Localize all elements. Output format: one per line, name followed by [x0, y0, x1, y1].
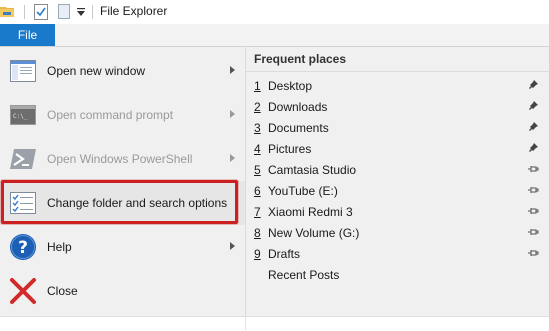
- place-name: YouTube (E:): [268, 184, 338, 198]
- pin-icon[interactable]: [527, 163, 539, 175]
- frequent-place-item[interactable]: 6 YouTube (E:): [246, 181, 549, 202]
- frequent-place-item[interactable]: 2 Downloads: [246, 97, 549, 118]
- frequent-place-item[interactable]: 1 Desktop: [246, 76, 549, 97]
- frequent-place-item[interactable]: 3 Documents: [246, 118, 549, 139]
- frequent-place-item[interactable]: 9 Drafts: [246, 244, 549, 265]
- toolbar-separator: [24, 5, 25, 19]
- help-command[interactable]: ? Help: [0, 225, 245, 269]
- command-label: Help: [47, 240, 72, 254]
- pinned-icon[interactable]: [527, 142, 539, 154]
- place-name: Desktop: [268, 79, 313, 93]
- place-number: 8: [254, 226, 261, 240]
- pin-icon[interactable]: [527, 184, 539, 196]
- command-label: Open new window: [47, 64, 146, 78]
- command-prompt-icon: C:\_: [10, 105, 36, 125]
- powershell-icon: [10, 149, 36, 169]
- command-list: Open new window C:\_ Open command prompt…: [0, 47, 245, 317]
- open-command-prompt-command[interactable]: C:\_ Open command prompt: [0, 93, 245, 137]
- highlight-annotation: [1, 180, 238, 224]
- place-name: Downloads: [268, 100, 328, 114]
- command-label: Open Windows PowerShell: [47, 152, 193, 166]
- title-bar: File Explorer: [0, 0, 549, 24]
- frequent-place-item[interactable]: Recent Posts: [246, 265, 549, 286]
- pin-icon[interactable]: [527, 247, 539, 259]
- command-label: Open command prompt: [47, 108, 174, 122]
- place-number: 1: [254, 79, 261, 93]
- frequent-place-item[interactable]: 5 Camtasia Studio: [246, 160, 549, 181]
- ribbon-tab-strip: [55, 24, 549, 47]
- place-number: 3: [254, 121, 261, 135]
- pin-icon[interactable]: [527, 205, 539, 217]
- frequent-place-item[interactable]: 7 Xiaomi Redmi 3: [246, 202, 549, 223]
- submenu-arrow-icon: [230, 110, 235, 118]
- place-name: Documents: [268, 121, 329, 135]
- folder-icon[interactable]: [0, 3, 16, 19]
- command-label: Close: [47, 284, 78, 298]
- properties-icon[interactable]: [34, 4, 48, 20]
- frequent-place-item[interactable]: 4 Pictures: [246, 139, 549, 160]
- place-name: Xiaomi Redmi 3: [268, 205, 353, 219]
- toolbar-separator: [92, 5, 93, 19]
- submenu-arrow-icon: [230, 66, 235, 74]
- place-number: 7: [254, 205, 261, 219]
- help-icon: ?: [10, 234, 36, 260]
- svg-text:?: ?: [18, 238, 28, 258]
- new-folder-icon[interactable]: [58, 4, 70, 19]
- file-tab[interactable]: File: [0, 24, 55, 46]
- header-divider: [246, 71, 549, 72]
- window-icon: [10, 60, 36, 82]
- bottom-separator: [245, 316, 246, 330]
- svg-text:C:\_: C:\_: [13, 113, 28, 120]
- close-icon: [10, 278, 36, 304]
- window-title: File Explorer: [100, 4, 168, 18]
- file-menu: Open new window C:\_ Open command prompt…: [0, 46, 549, 331]
- place-number: 6: [254, 184, 261, 198]
- open-new-window-command[interactable]: Open new window: [0, 49, 245, 93]
- file-tab-label: File: [17, 28, 38, 42]
- customize-toolbar-dropdown-icon[interactable]: [76, 6, 86, 18]
- place-name: Recent Posts: [268, 268, 340, 282]
- pinned-icon[interactable]: [527, 79, 539, 91]
- frequent-place-item[interactable]: 8 New Volume (G:): [246, 223, 549, 244]
- frequent-places-pane: Frequent places 1 Desktop 2 Downloads 3 Docum…: [246, 47, 549, 317]
- place-number: 9: [254, 247, 261, 261]
- close-command[interactable]: Close: [0, 269, 245, 313]
- submenu-arrow-icon: [230, 154, 235, 162]
- place-name: Camtasia Studio: [268, 163, 357, 177]
- pin-icon[interactable]: [527, 226, 539, 238]
- place-number: 2: [254, 100, 261, 114]
- open-windows-powershell-command[interactable]: Open Windows PowerShell: [0, 137, 245, 181]
- bottom-strip: [0, 316, 549, 331]
- place-number: 5: [254, 163, 261, 177]
- place-name: New Volume (G:): [268, 226, 360, 240]
- place-number: 4: [254, 142, 261, 156]
- place-name: Drafts: [268, 247, 301, 261]
- submenu-arrow-icon: [230, 242, 235, 250]
- frequent-places-header: Frequent places: [254, 52, 347, 66]
- place-name: Pictures: [268, 142, 312, 156]
- pinned-icon[interactable]: [527, 121, 539, 133]
- pinned-icon[interactable]: [527, 100, 539, 112]
